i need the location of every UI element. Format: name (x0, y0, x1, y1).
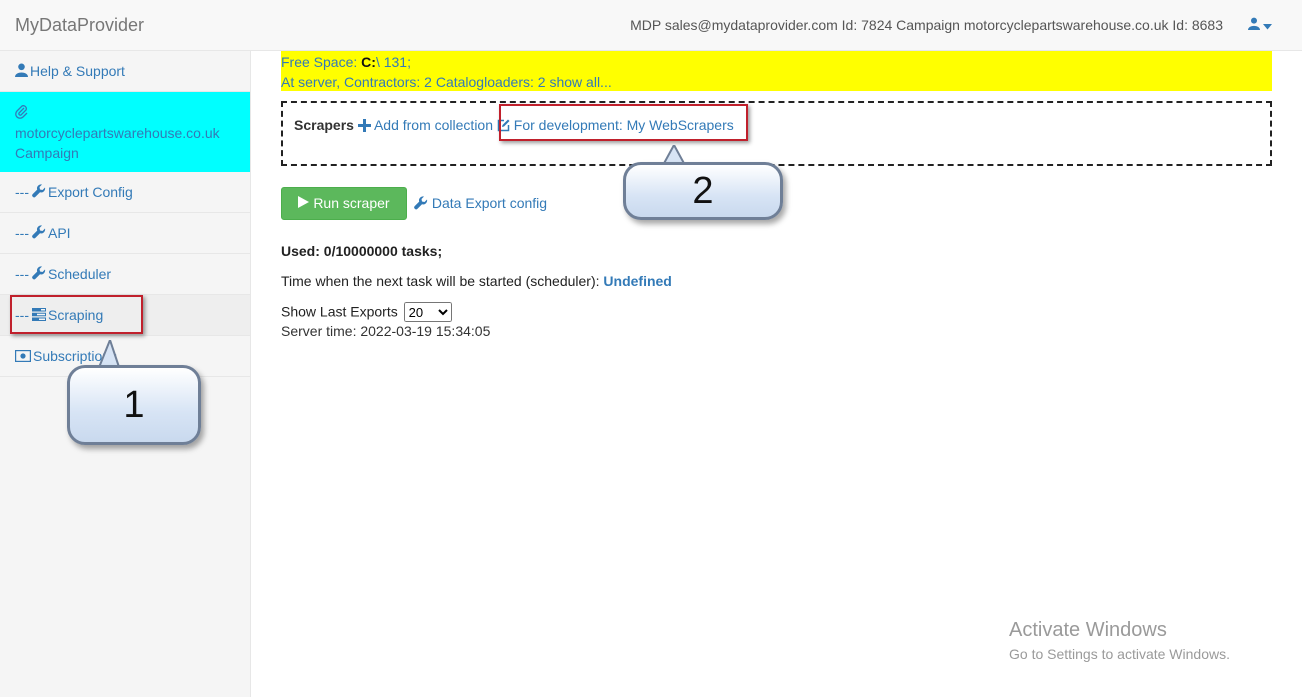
caret-down-icon (1263, 24, 1272, 30)
sidebar-item-campaign[interactable]: motorcyclepartswarehouse.co.uk Campaign (0, 92, 250, 172)
sidebar-item-label: Help & Support (30, 63, 125, 79)
wrench-icon (32, 225, 46, 239)
wrench-icon (414, 196, 428, 210)
account-info: MDP sales@mydataprovider.com Id: 7824 Ca… (630, 17, 1223, 33)
next-task-value: Undefined (603, 273, 672, 289)
indent-dashes: --- (15, 225, 29, 241)
indent-dashes: --- (15, 266, 29, 282)
indent-dashes: --- (15, 184, 29, 200)
sidebar-item-help-support[interactable]: Help & Support (0, 51, 250, 92)
brand-logo[interactable]: MyDataProvider (15, 15, 144, 36)
plus-icon (357, 119, 371, 132)
data-export-config-label: Data Export config (431, 195, 548, 211)
data-export-config-link[interactable]: Data Export config (414, 195, 547, 211)
sidebar-item-label: API (48, 225, 71, 241)
user-icon (15, 63, 28, 77)
run-scraper-button[interactable]: Run scraper (281, 187, 407, 220)
my-webscrapers-label: For development: My WebScrapers (513, 117, 734, 133)
server-time: Server time: 2022-03-19 15:34:05 (281, 323, 491, 339)
exports-count-select[interactable]: 20 (403, 302, 452, 322)
sidebar-item-label: motorcyclepartswarehouse.co.uk (15, 125, 220, 141)
sidebar-item-api[interactable]: --- API (0, 213, 250, 254)
add-from-collection-link[interactable]: Add from collection (357, 117, 494, 133)
free-space-value: \ 131; (375, 54, 411, 70)
sidebar-item-label: Scraping (48, 307, 104, 323)
wrench-icon (32, 184, 46, 198)
show-last-exports: Show Last Exports 20 (281, 302, 452, 322)
sidebar-item-export-config[interactable]: --- Export Config (0, 172, 250, 213)
sidebar-item-scheduler[interactable]: --- Scheduler (0, 254, 250, 295)
server-info-alert: Free Space: C:\ 131; At server, Contract… (281, 51, 1272, 91)
watermark-title: Activate Windows (1009, 619, 1167, 641)
watermark-subtitle: Go to Settings to activate Windows. (1009, 646, 1230, 662)
user-menu[interactable] (1247, 17, 1272, 31)
edit-icon (497, 119, 510, 132)
paperclip-icon (15, 105, 28, 119)
callout-1: 1 (67, 365, 201, 445)
free-space-label: Free Space: (281, 54, 358, 70)
add-from-collection-label: Add from collection (373, 117, 494, 133)
sidebar-item-label: Scheduler (48, 266, 112, 282)
callout-2: 2 (623, 162, 783, 220)
scrapers-label: Scrapers (294, 117, 354, 133)
activate-windows-watermark: Activate Windows Go to Settings to activ… (1009, 619, 1230, 662)
sidebar-item-sublabel: Campaign (15, 145, 79, 161)
run-scraper-label: Run scraper (313, 195, 390, 211)
next-task-label: Time when the next task will be started … (281, 273, 600, 289)
top-navbar: MyDataProvider MDP sales@mydataprovider.… (0, 0, 1302, 51)
play-icon (298, 196, 310, 208)
free-space-drive: C: (361, 54, 376, 70)
show-last-exports-label: Show Last Exports (281, 303, 398, 320)
sidebar-item-scraping[interactable]: --- Scraping (0, 295, 250, 336)
tasks-icon (32, 308, 46, 321)
sidebar-item-label: Export Config (48, 184, 133, 200)
contractors-text: At server, Contractors: 2 Catalogloaders… (281, 74, 546, 90)
scrapers-panel: Scrapers Add from collection For develop… (281, 101, 1272, 166)
tasks-usage: Used: 0/10000000 tasks; (281, 243, 443, 259)
wrench-icon (32, 266, 46, 280)
my-webscrapers-link[interactable]: For development: My WebScrapers (497, 117, 734, 133)
money-icon (15, 350, 32, 363)
indent-dashes: --- (15, 307, 29, 323)
show-all-link[interactable]: show all... (549, 74, 611, 90)
next-task-info: Time when the next task will be started … (281, 273, 672, 289)
user-icon (1247, 17, 1260, 30)
main-content: Free Space: C:\ 131; At server, Contract… (281, 51, 1272, 339)
